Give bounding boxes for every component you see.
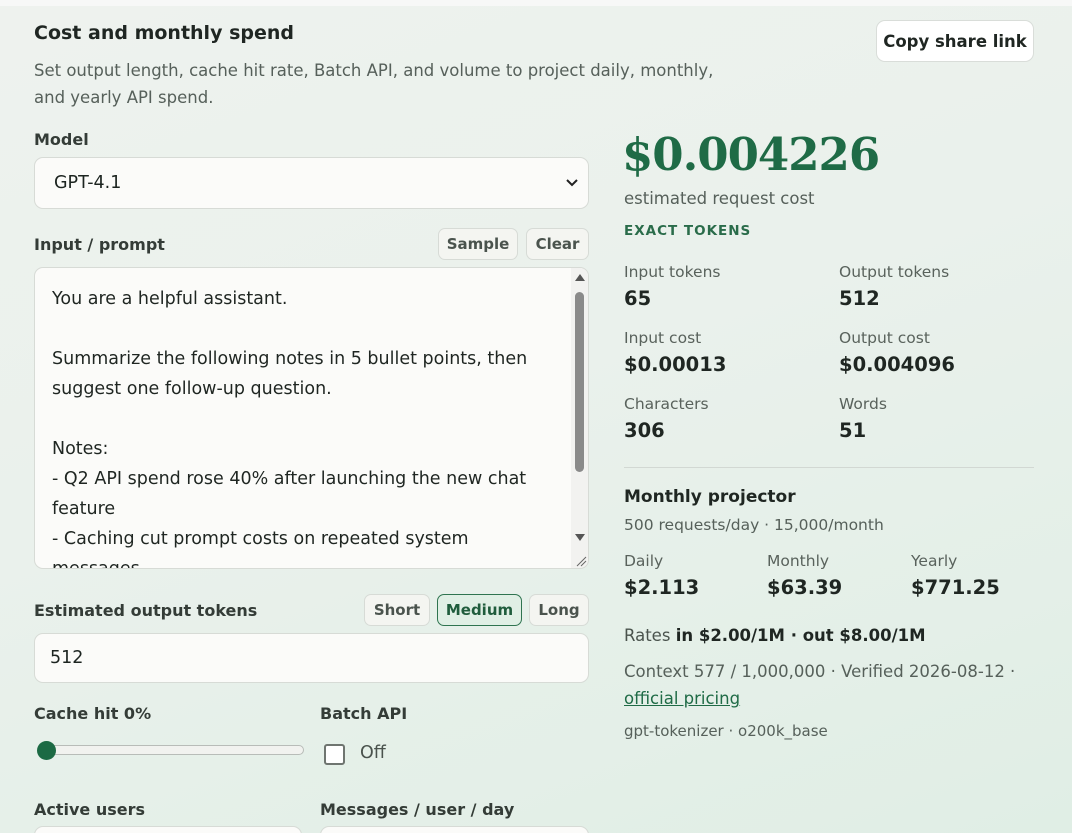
projection-value: $2.113 — [624, 576, 700, 599]
scroll-thumb[interactable] — [575, 292, 584, 472]
scroll-down-arrow-icon[interactable] — [575, 534, 585, 541]
batch-api-state: Off — [360, 743, 386, 763]
projection-value: $771.25 — [911, 576, 1000, 599]
resize-grip-icon[interactable] — [571, 551, 588, 568]
page-subtitle: Set output length, cache hit rate, Batch… — [34, 61, 714, 107]
official-pricing-link[interactable]: official pricing — [624, 689, 740, 708]
sample-button[interactable]: Sample — [438, 228, 518, 260]
output-tokens-input[interactable]: 512 — [34, 633, 589, 683]
model-label: Model — [34, 130, 89, 149]
prompt-scrollbar[interactable] — [571, 268, 588, 551]
context-text: Context 577 / 1,000,000 · Verified 2026-… — [624, 662, 1016, 681]
rates-value: in $2.00/1M · out $8.00/1M — [675, 626, 926, 645]
copy-share-link-button[interactable]: Copy share link — [876, 20, 1034, 62]
monthly-projector-title: Monthly projector — [624, 487, 796, 507]
context-line: Context 577 / 1,000,000 · Verified 2026-… — [624, 658, 1044, 712]
cache-hit-slider-track[interactable] — [42, 745, 304, 755]
model-select[interactable]: GPT-4.1 — [34, 157, 589, 209]
prompt-textarea[interactable]: You are a helpful assistant. Summarize t… — [34, 267, 589, 569]
output-tokens-value: 512 — [50, 648, 84, 668]
stat-value: $0.00013 — [624, 353, 727, 376]
active-users-label: Active users — [34, 800, 146, 819]
stat-label: Input cost — [624, 329, 702, 347]
stat-value: 51 — [839, 419, 867, 442]
stat-label: Words — [839, 395, 887, 413]
exact-tokens-badge: EXACT TOKENS — [624, 223, 752, 239]
batch-api-checkbox[interactable] — [324, 744, 345, 765]
projection-label: Daily — [624, 552, 664, 570]
prompt-text: You are a helpful assistant. Summarize t… — [52, 289, 528, 569]
messages-per-user-input[interactable] — [320, 826, 589, 833]
prompt-label: Input / prompt — [34, 235, 165, 254]
stat-label: Output cost — [839, 329, 930, 347]
stat-value: 306 — [624, 419, 665, 442]
output-tokens-label: Estimated output tokens — [34, 601, 258, 620]
stat-label: Input tokens — [624, 263, 721, 281]
stat-value: 512 — [839, 287, 880, 310]
clear-button[interactable]: Clear — [526, 228, 589, 260]
tokenizer-info: gpt-tokenizer · o200k_base — [624, 722, 828, 740]
batch-api-label: Batch API — [320, 704, 408, 723]
cache-hit-slider-thumb[interactable] — [37, 741, 56, 760]
projection-value: $63.39 — [767, 576, 843, 599]
messages-per-user-label: Messages / user / day — [320, 800, 515, 819]
page-title: Cost and monthly spend — [34, 22, 294, 44]
preset-medium-button[interactable]: Medium — [437, 594, 522, 626]
active-users-input[interactable] — [34, 826, 302, 833]
top-bar — [0, 0, 1072, 6]
preset-short-button[interactable]: Short — [364, 594, 430, 626]
estimated-cost-value: $0.004226 — [622, 128, 880, 181]
estimated-cost-caption: estimated request cost — [624, 189, 815, 208]
rates-prefix: Rates — [624, 626, 671, 645]
projection-label: Yearly — [911, 552, 958, 570]
stat-label: Output tokens — [839, 263, 950, 281]
stat-value: 65 — [624, 287, 652, 310]
preset-long-button[interactable]: Long — [529, 594, 589, 626]
cache-hit-label: Cache hit 0% — [34, 704, 152, 723]
stat-value: $0.004096 — [839, 353, 955, 376]
projection-label: Monthly — [767, 552, 830, 570]
scroll-up-arrow-icon[interactable] — [575, 274, 585, 281]
monthly-projector-subtitle: 500 requests/day · 15,000/month — [624, 516, 884, 534]
rates-line: Rates in $2.00/1M · out $8.00/1M — [624, 626, 926, 645]
model-select-value: GPT-4.1 — [54, 173, 122, 193]
summary-divider — [624, 467, 1034, 468]
chevron-down-icon — [566, 179, 578, 187]
stat-label: Characters — [624, 395, 709, 413]
